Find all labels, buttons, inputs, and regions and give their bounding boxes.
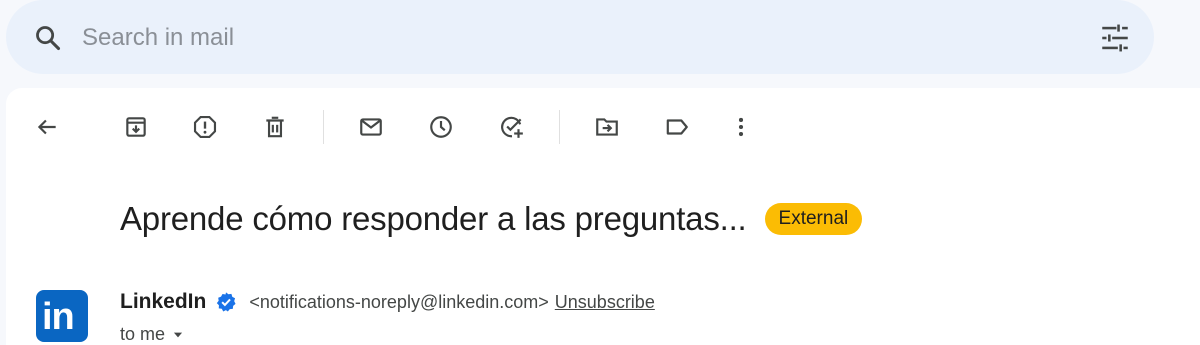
snooze-button[interactable] [424, 110, 458, 144]
archive-icon[interactable] [123, 114, 149, 140]
avatar-text: in [42, 296, 75, 338]
search-icon[interactable] [34, 24, 62, 52]
verified-icon[interactable] [215, 291, 237, 313]
archive-button[interactable] [119, 110, 153, 144]
message-view: Aprende cómo responder a las preguntas..… [6, 88, 1200, 345]
more-vertical-icon[interactable] [728, 114, 754, 140]
sender-name[interactable]: LinkedIn [120, 290, 206, 314]
toolbar-divider [323, 110, 324, 144]
search-bar[interactable] [6, 0, 1154, 74]
mark-unread-button[interactable] [354, 110, 388, 144]
avatar[interactable]: in [36, 290, 88, 342]
chevron-down-icon[interactable] [171, 328, 185, 342]
labels-button[interactable] [660, 110, 694, 144]
back-button[interactable] [30, 110, 64, 144]
report-spam-button[interactable] [188, 110, 222, 144]
recipient-text: to me [120, 324, 166, 344]
move-to-button[interactable] [590, 110, 624, 144]
mail-icon[interactable] [358, 114, 384, 140]
unsubscribe-link[interactable]: Unsubscribe [555, 292, 655, 313]
sender-email: <notifications-noreply@linkedin.com> [249, 291, 549, 312]
trash-icon[interactable] [262, 114, 288, 140]
label-icon[interactable] [664, 114, 690, 140]
toolbar-divider [559, 110, 560, 144]
external-badge: External [764, 203, 863, 235]
task-add-icon[interactable] [499, 114, 525, 140]
arrow-back-icon[interactable] [34, 114, 60, 140]
email-subject: Aprende cómo responder a las preguntas..… [120, 200, 747, 237]
recipient-details-toggle[interactable]: to me [120, 324, 185, 345]
report-icon[interactable] [192, 114, 218, 140]
folder-move-icon[interactable] [594, 114, 620, 140]
delete-button[interactable] [258, 110, 292, 144]
clock-icon[interactable] [428, 114, 454, 140]
sender-line: LinkedIn <notifications-noreply@linkedin… [120, 290, 655, 314]
more-button[interactable] [724, 110, 758, 144]
subject-row: Aprende cómo responder a las preguntas..… [120, 200, 863, 238]
tune-icon[interactable] [1098, 21, 1132, 55]
add-to-tasks-button[interactable] [495, 110, 529, 144]
search-input[interactable] [80, 18, 984, 58]
